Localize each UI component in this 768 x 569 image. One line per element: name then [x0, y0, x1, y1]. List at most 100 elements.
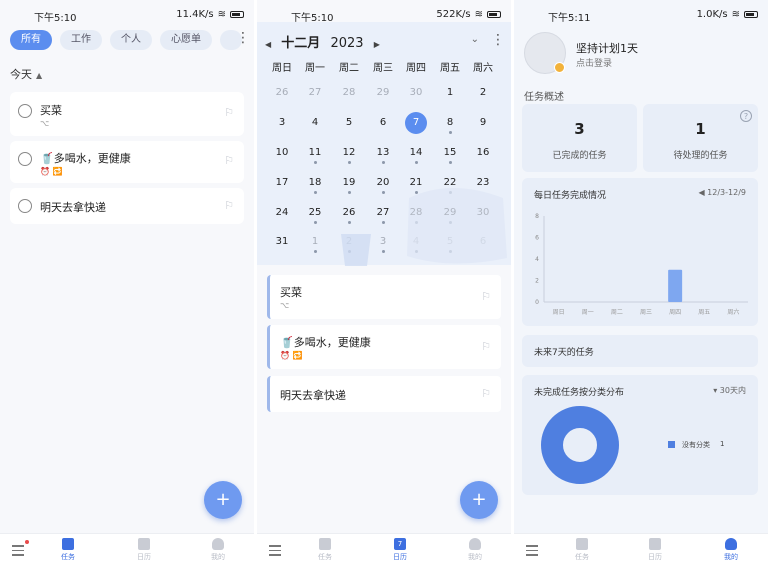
- battery-icon: [487, 11, 501, 18]
- task-item[interactable]: 买菜 ⌥ ⚐: [10, 92, 244, 136]
- task-title: 买菜: [40, 104, 62, 117]
- more-options-icon[interactable]: ⋮: [491, 33, 505, 47]
- calendar-day[interactable]: 18: [301, 177, 329, 194]
- task-checkbox[interactable]: [18, 199, 32, 213]
- menu-icon[interactable]: [526, 545, 538, 559]
- calendar-day[interactable]: 7: [402, 117, 430, 128]
- calendar-day[interactable]: 11: [301, 147, 329, 164]
- calendar-day[interactable]: 12: [335, 147, 363, 164]
- tab-tasks[interactable]: 任务: [562, 538, 602, 562]
- calendar-day[interactable]: 27: [301, 87, 329, 98]
- calendar-day[interactable]: 24: [268, 207, 296, 218]
- day-number: 8: [446, 117, 454, 128]
- filter-chips: 所有 工作 个人 心愿单: [10, 30, 242, 50]
- calendar-day[interactable]: 25: [301, 207, 329, 224]
- calendar-day[interactable]: 29: [369, 87, 397, 98]
- calendar-day[interactable]: 26: [268, 87, 296, 98]
- add-task-button[interactable]: +: [460, 481, 498, 519]
- calendar-day[interactable]: 15: [436, 147, 464, 164]
- task-meta-icons: ⌥: [280, 301, 290, 310]
- day-number: 31: [275, 236, 289, 247]
- date-range-selector[interactable]: ◀ 12/3-12/9: [698, 188, 746, 197]
- calendar-day[interactable]: 6: [369, 117, 397, 128]
- add-task-button[interactable]: +: [204, 481, 242, 519]
- y-tick-label: 4: [535, 256, 539, 263]
- calendar-day[interactable]: 1: [301, 236, 329, 253]
- y-tick-label: 6: [535, 235, 539, 242]
- help-icon[interactable]: ?: [740, 110, 752, 122]
- completed-label: 已完成的任务: [552, 151, 607, 161]
- task-item[interactable]: 明天去拿快递 ⚐: [10, 188, 244, 224]
- wifi-icon: ≋: [217, 9, 226, 20]
- day-number: 11: [308, 147, 322, 158]
- plan-streak-text: 坚持计划1天: [576, 42, 638, 55]
- section-today[interactable]: 今天 ▲: [10, 66, 42, 82]
- flag-icon[interactable]: ⚐: [481, 340, 491, 353]
- tab-mine[interactable]: 我的: [198, 538, 238, 562]
- calendar-day[interactable]: 9: [469, 117, 497, 128]
- calendar-day[interactable]: 5: [335, 117, 363, 128]
- flag-icon[interactable]: ⚐: [481, 290, 491, 303]
- menu-icon[interactable]: [12, 545, 24, 559]
- calendar-task-item[interactable]: 买菜 ⌥ ⚐: [267, 275, 501, 319]
- menu-icon[interactable]: [269, 545, 281, 559]
- calendar-task-item[interactable]: 🥤多喝水，更健康 ⏰ 🔁 ⚐: [267, 325, 501, 369]
- weekday-label: 周日: [272, 63, 292, 74]
- tab-tasks[interactable]: 任务: [48, 538, 88, 562]
- task-checkbox[interactable]: [18, 104, 32, 118]
- flag-icon[interactable]: ⚐: [224, 199, 234, 212]
- calendar-day[interactable]: 17: [268, 177, 296, 188]
- calendar-day[interactable]: 8: [436, 117, 464, 134]
- calendar-task-item[interactable]: 明天去拿快递 ⚐: [267, 376, 501, 412]
- calendar-day[interactable]: 1: [436, 87, 464, 98]
- weekday-label: 周三: [373, 63, 393, 74]
- tab-tasks[interactable]: 任务: [305, 538, 345, 562]
- chevron-down-icon[interactable]: ⌄: [471, 34, 479, 45]
- calendar-day[interactable]: 3: [268, 117, 296, 128]
- filter-work[interactable]: 工作: [60, 30, 102, 50]
- task-item[interactable]: 🥤多喝水，更健康 ⏰ 🔁 ⚐: [10, 141, 244, 183]
- calendar-day[interactable]: 10: [268, 147, 296, 158]
- task-checkbox[interactable]: [18, 152, 32, 166]
- calendar-day[interactable]: 13: [369, 147, 397, 164]
- notification-dot: [25, 540, 29, 544]
- next-7-days-card[interactable]: 未来7天的任务: [522, 335, 758, 367]
- calendar-day[interactable]: 28: [335, 87, 363, 98]
- pending-tasks-card[interactable]: 1 待处理的任务 ?: [643, 104, 758, 172]
- flag-icon[interactable]: ⚐: [224, 154, 234, 167]
- completed-tasks-card[interactable]: 3 已完成的任务: [522, 104, 637, 172]
- tab-calendar[interactable]: 日历: [124, 538, 164, 562]
- calendar-day[interactable]: 30: [402, 87, 430, 98]
- filter-personal[interactable]: 个人: [110, 30, 152, 50]
- calendar-day[interactable]: 16: [469, 147, 497, 158]
- day-number: 17: [275, 177, 289, 188]
- daily-bar-chart: 0 2 4 6 8 周日 周一 周二 周三 周四 周五 周六: [535, 213, 748, 316]
- day-number: 9: [479, 117, 487, 128]
- next-month-icon[interactable]: ▶: [374, 40, 380, 49]
- tab-calendar[interactable]: 日历: [635, 538, 675, 562]
- wifi-icon: ≋: [731, 9, 740, 20]
- tab-mine[interactable]: 我的: [711, 538, 751, 562]
- calendar-day[interactable]: 14: [402, 147, 430, 164]
- tab-calendar[interactable]: 7 日历: [380, 538, 420, 562]
- day-number: 26: [275, 87, 289, 98]
- filter-all[interactable]: 所有: [10, 30, 52, 50]
- task-title: 明天去拿快递: [280, 389, 346, 402]
- login-link[interactable]: 点击登录: [576, 56, 612, 69]
- battery-icon: [744, 11, 758, 18]
- flag-icon[interactable]: ⚐: [224, 106, 234, 119]
- calendar-day[interactable]: 2: [469, 87, 497, 98]
- tab-mine[interactable]: 我的: [455, 538, 495, 562]
- x-tick-label: 周日: [553, 309, 565, 316]
- more-options-icon[interactable]: ⋮: [236, 31, 250, 45]
- calendar-day[interactable]: 4: [301, 117, 329, 128]
- x-tick-label: 周六: [727, 308, 739, 316]
- calendar-day[interactable]: 31: [268, 236, 296, 247]
- period-selector[interactable]: ▾ 30天内: [713, 385, 746, 396]
- weekday-label: 周二: [339, 63, 359, 74]
- crown-badge-icon: [554, 62, 565, 73]
- prev-month-icon[interactable]: ◀: [265, 40, 271, 49]
- filter-wishlist[interactable]: 心愿单: [160, 30, 212, 50]
- flag-icon[interactable]: ⚐: [481, 387, 491, 400]
- pending-count: 1: [695, 120, 706, 138]
